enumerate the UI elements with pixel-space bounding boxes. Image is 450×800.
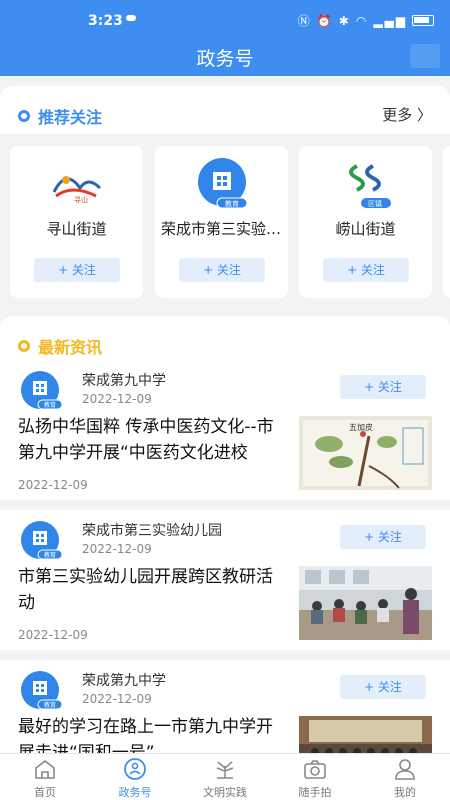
classroom-photo-image[interactable] <box>299 566 432 640</box>
recommend-card[interactable]: 寻山 寻山街道 + 关注 <box>10 146 143 298</box>
news-item[interactable]: 教育 荣成第九中学 2022-12-09 + 关注 最好的学习在路上一市第九中学… <box>0 660 450 753</box>
more-link[interactable]: 更多 〉 <box>382 104 432 125</box>
section-marker-icon <box>18 110 30 122</box>
recommend-card-partial[interactable] <box>443 146 450 298</box>
header-action-button[interactable] <box>410 44 440 68</box>
news-list: 教育 荣成第九中学 2022-12-09 + 关注 弘扬中华国粹 传承中医药文化… <box>0 360 450 753</box>
card-name: 崂山街道 <box>335 220 396 238</box>
source-date: 2022-12-09 <box>82 542 152 556</box>
svg-text:五加皮: 五加皮 <box>349 422 373 432</box>
tab-home[interactable]: 首页 <box>0 754 90 800</box>
source-avatar: 教育 <box>21 671 63 710</box>
home-icon <box>35 759 55 779</box>
svg-text:教育: 教育 <box>44 701 56 709</box>
source-avatar: 教育 <box>21 521 63 560</box>
bottom-tab-bar: 首页 政务号 文明实践 随手拍 我的 <box>0 753 450 800</box>
gov-icon <box>124 758 146 780</box>
top-bar: 政务号 <box>0 40 450 76</box>
news-item[interactable]: 教育 荣成第九中学 2022-12-09 + 关注 弘扬中华国粹 传承中医药文化… <box>0 360 450 500</box>
wifi-icon: ◠ <box>355 13 369 28</box>
follow-button[interactable]: + 关注 <box>179 258 265 282</box>
recommend-card[interactable]: 区镇 崂山街道 + 关注 <box>299 146 432 298</box>
news-item[interactable]: 教育 荣成市第三实验幼儿园 2022-12-09 + 关注 市第三实验幼儿园开展… <box>0 510 450 650</box>
follow-button[interactable]: + 关注 <box>323 258 409 282</box>
status-time: 3:23 <box>88 13 123 29</box>
more-label: 更多 <box>382 106 413 124</box>
cloud-icon <box>126 15 136 21</box>
recommend-card[interactable]: 教育 荣成市第三实验幼儿园 + 关注 <box>155 146 288 298</box>
civilization-icon <box>216 761 234 779</box>
svg-text:教育: 教育 <box>225 199 239 208</box>
svg-text:教育: 教育 <box>44 551 56 559</box>
source-name[interactable]: 荣成第九中学 <box>82 670 166 690</box>
chevron-right-icon: 〉 <box>416 106 432 124</box>
tab-label: 随手拍 <box>298 786 332 799</box>
news-title: 最新资讯 <box>38 338 103 357</box>
nfc-icon: Ⓝ <box>297 14 312 28</box>
news-section-header: 最新资讯 <box>0 316 450 360</box>
follow-button[interactable]: + 关注 <box>340 525 426 549</box>
page-title: 政务号 <box>196 48 254 70</box>
source-date: 2022-12-09 <box>82 392 152 406</box>
education-logo-icon: 教育 <box>198 158 248 208</box>
svg-text:教育: 教育 <box>44 401 56 409</box>
tab-label: 政务号 <box>118 786 152 799</box>
news-date: 2022-12-09 <box>18 628 88 642</box>
card-name: 寻山街道 <box>46 220 107 238</box>
source-name[interactable]: 荣成第九中学 <box>82 370 166 390</box>
svg-text:区镇: 区镇 <box>368 199 382 208</box>
main-content[interactable]: 推荐关注 更多 〉 寻山 寻山街道 + 关注 教育 荣成市第三实验幼 + 关注 … <box>0 76 450 753</box>
tab-label: 我的 <box>394 786 416 799</box>
source-date: 2022-12-09 <box>82 692 152 706</box>
battery-icon <box>412 15 434 26</box>
svg-text:寻山: 寻山 <box>74 195 88 204</box>
section-marker-icon <box>18 340 30 352</box>
follow-button[interactable]: + 关注 <box>340 675 426 699</box>
news-date: 2022-12-09 <box>18 478 88 492</box>
tab-gov[interactable]: 政务号 <box>90 754 180 800</box>
tab-profile[interactable]: 我的 <box>360 754 450 800</box>
alarm-icon: ⏰ <box>316 13 334 28</box>
status-bar: 3:23 Ⓝ ⏰ ✱ ◠ ▂▄▆ <box>0 0 450 40</box>
news-headline[interactable]: 市第三实验幼儿园开展跨区教研活动 <box>18 564 288 616</box>
tab-snapshot[interactable]: 随手拍 <box>270 754 360 800</box>
profile-icon <box>395 759 415 780</box>
group-photo-image[interactable] <box>299 716 432 753</box>
follow-button[interactable]: + 关注 <box>340 375 426 399</box>
card-name: 荣成市第三实验幼儿园 <box>161 220 282 238</box>
system-icons: Ⓝ ⏰ ✱ ◠ ▂▄▆ <box>298 12 434 29</box>
camera-icon <box>304 760 326 779</box>
tab-civilization[interactable]: 文明实践 <box>180 754 270 800</box>
tab-label: 首页 <box>34 786 56 799</box>
news-headline[interactable]: 最好的学习在路上一市第九中学开展走进“国和一号” <box>18 714 288 753</box>
herb-drawing-image[interactable]: 五加皮 <box>299 416 432 490</box>
bluetooth-icon: ✱ <box>338 13 351 28</box>
signal-icon: ▂▄▆ <box>373 13 407 28</box>
follow-button[interactable]: + 关注 <box>34 258 120 282</box>
source-name[interactable]: 荣成市第三实验幼儿园 <box>82 520 222 540</box>
source-avatar: 教育 <box>21 371 63 410</box>
laoshan-logo-icon: 区镇 <box>349 164 391 208</box>
tab-label: 文明实践 <box>203 786 247 799</box>
recommend-title: 推荐关注 <box>38 108 103 127</box>
xunshan-logo-icon: 寻山 <box>52 176 102 204</box>
news-headline[interactable]: 弘扬中华国粹 传承中医药文化--市第九中学开展“中医药文化进校园”活动 <box>18 414 288 466</box>
